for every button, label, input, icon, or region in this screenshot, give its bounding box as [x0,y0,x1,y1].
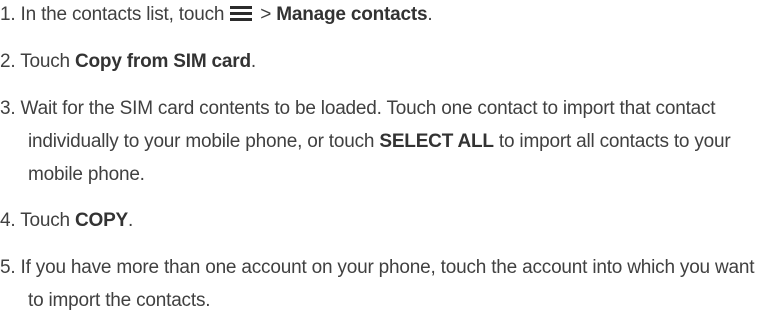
menu-icon [230,4,253,22]
step-bold-term: SELECT ALL [379,131,494,152]
step-number: 1. [0,4,16,25]
step-text: Touch [20,210,75,231]
step-bold-term: Manage contacts [276,4,428,25]
step-number: 5. [0,257,16,278]
step-text: . [427,4,433,25]
step-4: 4. Touch COPY. [0,204,756,237]
step-text: Touch [20,51,75,72]
step-bold-term: Copy from SIM card [74,51,251,72]
step-3: 3. Wait for the SIM card contents to be … [0,92,756,191]
step-bold-term: COPY [74,210,129,231]
step-number: 3. [0,98,16,119]
step-text: If you have more than one account on you… [20,257,755,311]
step-text: . [128,210,134,231]
step-text: In the contacts list, touch [20,4,225,25]
step-number: 2. [0,51,16,72]
step-text: > [260,4,277,25]
step-text: . [250,51,256,72]
step-1: 1. In the contacts list, touch > Manage c… [0,0,756,31]
step-2: 2. Touch Copy from SIM card. [0,45,756,78]
step-number: 4. [0,210,16,231]
step-5: 5. If you have more than one account on … [0,251,756,317]
